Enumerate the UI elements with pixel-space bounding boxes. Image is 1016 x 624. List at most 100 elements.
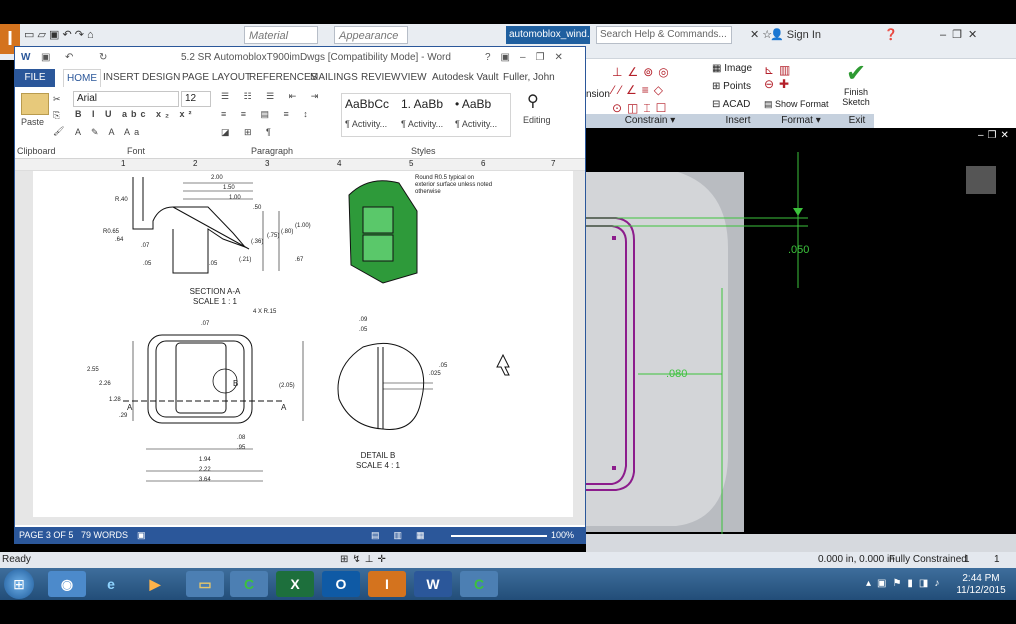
inventor-document-tab[interactable]: automoblox_wind... xyxy=(506,26,590,44)
editing-button[interactable]: Editing xyxy=(523,115,551,125)
panel-exit[interactable]: Exit xyxy=(840,114,874,128)
tab-references[interactable]: REFERENCES xyxy=(249,69,317,87)
insert-image-button[interactable]: ▦ Image xyxy=(712,63,752,74)
chrome-icon[interactable]: ◉ xyxy=(48,571,86,597)
tab-design[interactable]: DESIGN xyxy=(142,69,180,87)
status-tools[interactable]: ⊞↯⊥✛ xyxy=(340,552,390,568)
paragraph-shading-buttons[interactable]: ◪ ⊞ ¶ xyxy=(221,127,277,138)
tab-view[interactable]: VIEW xyxy=(401,69,427,87)
window-controls[interactable]: –❐✕ xyxy=(940,26,1012,44)
dimension-value[interactable]: .050 xyxy=(788,244,809,256)
save-icon[interactable]: ▣ xyxy=(49,29,59,41)
tab-file[interactable]: FILE xyxy=(15,69,55,87)
view-buttons[interactable]: ▤▥▦ xyxy=(371,527,439,544)
camtasia-icon[interactable]: C xyxy=(230,571,268,597)
finish-sketch-button[interactable]: ✔ Finish Sketch xyxy=(838,61,874,108)
isometric-part xyxy=(348,180,418,284)
appearance-combo[interactable]: Appearance xyxy=(334,26,408,44)
excel-icon[interactable]: X xyxy=(276,571,314,597)
home-icon[interactable]: ⌂ xyxy=(87,29,94,41)
points-label: Points xyxy=(723,81,751,92)
word-title: 5.2 SR AutomobloxT900imDwgs [Compatibili… xyxy=(181,52,451,63)
undo-icon[interactable]: ↶ xyxy=(62,29,71,41)
help-search-input[interactable]: Search Help & Commands... xyxy=(596,26,732,44)
insert-acad-button[interactable]: ⊟ ACAD xyxy=(712,99,750,110)
word-count[interactable]: 79 WORDS xyxy=(81,527,128,544)
zoom-level[interactable]: 100% xyxy=(551,527,574,544)
proofing-icon[interactable]: ▣ xyxy=(137,527,146,544)
panel-format[interactable]: Format ▾ xyxy=(762,114,840,128)
dimension-value[interactable]: .080 xyxy=(666,368,687,380)
paragraph-list-buttons[interactable]: ☰ ☷ ☰ ⇤ ⇥ xyxy=(221,91,324,102)
help-icon[interactable]: ❓ xyxy=(884,26,914,44)
tab-home[interactable]: HOME xyxy=(63,69,101,87)
mouse-cursor xyxy=(496,353,510,376)
paste-button[interactable]: Paste xyxy=(21,117,44,127)
tab-autodesk-vault[interactable]: Autodesk Vault xyxy=(432,69,499,87)
constrain-tools[interactable]: ⊥∠⊚◎ ⁄⁄∠≡◇ ⊙◫⌶☐ xyxy=(612,63,708,117)
panel-insert[interactable]: Insert xyxy=(714,114,762,128)
outlook-icon[interactable]: O xyxy=(322,571,360,597)
open-icon[interactable]: ▱ xyxy=(37,29,45,41)
file-explorer-icon[interactable]: ▭ xyxy=(186,571,224,597)
word-taskbar-icon[interactable]: W xyxy=(414,571,452,597)
word-window[interactable]: W ▣ ↶ ↻ 5.2 SR AutomobloxT900imDwgs [Com… xyxy=(14,46,586,544)
media-player-icon[interactable]: ▶ xyxy=(136,571,174,597)
inventor-graphics-window[interactable]: .050 .080 –❐✕ xyxy=(586,128,1016,534)
clock-date: 11/12/2015 xyxy=(956,585,1006,596)
sketch-view[interactable] xyxy=(586,128,1016,534)
document-area[interactable]: SECTION A-A SCALE 1 : 1 DETAIL B SCALE 4… xyxy=(15,171,585,525)
font-name-input[interactable]: Arial xyxy=(73,91,179,107)
clipboard-tools[interactable]: ✂ ⎘ 🖌 xyxy=(53,91,64,139)
insert-points-button[interactable]: ⊞ Points xyxy=(712,81,751,92)
style-sample[interactable]: • AaBb xyxy=(455,97,491,111)
format-tools[interactable]: ⊾▥ ⊖✚ xyxy=(764,63,795,91)
sketch-point[interactable] xyxy=(612,236,616,240)
word-logo-icon[interactable]: W xyxy=(21,47,30,69)
clock[interactable]: 2:44 PM 11/12/2015 xyxy=(956,573,1006,597)
tab-review[interactable]: REVIEW xyxy=(361,69,400,87)
word-window-controls[interactable]: ?▣–❐✕ xyxy=(485,47,573,69)
clipboard-icon xyxy=(21,93,49,115)
user-name[interactable]: Fuller, John xyxy=(503,69,555,87)
horizontal-ruler[interactable]: 1 2 3 4 5 6 7 xyxy=(15,159,585,171)
document-page[interactable]: SECTION A-A SCALE 1 : 1 DETAIL B SCALE 4… xyxy=(33,171,573,517)
sign-in-label: Sign In xyxy=(786,29,822,41)
page-count[interactable]: PAGE 3 OF 5 xyxy=(19,527,73,544)
font-color-buttons[interactable]: A ✎ A Aa xyxy=(75,127,143,138)
word-status-bar: PAGE 3 OF 5 79 WORDS ▣ ▤▥▦ 100% xyxy=(15,527,585,544)
word-undo-icon[interactable]: ↶ xyxy=(65,47,73,69)
zoom-slider[interactable] xyxy=(451,535,547,537)
style-sample[interactable]: AaBbCc xyxy=(345,97,389,111)
show-format-button[interactable]: ▤ Show Format xyxy=(764,99,829,110)
style-sample[interactable]: 1. AaBb xyxy=(401,97,443,111)
canvas-window-controls[interactable]: –❐✕ xyxy=(978,130,1013,141)
bottom-black-strip xyxy=(0,600,1016,624)
camtasia-recorder-icon[interactable]: C xyxy=(460,571,498,597)
font-size-input[interactable]: 12 xyxy=(181,91,211,107)
quick-access-toolbar: ▭ ▱ ▣ ↶ ↷ ⌂ xyxy=(24,26,134,44)
tab-mailings[interactable]: MAILINGS xyxy=(310,69,358,87)
word-save-icon[interactable]: ▣ xyxy=(41,47,50,69)
word-redo-icon[interactable]: ↻ xyxy=(99,47,107,69)
internet-explorer-icon[interactable]: e xyxy=(92,571,130,597)
tab-page-layout[interactable]: PAGE LAYOUT xyxy=(182,69,251,87)
plan-pocket xyxy=(175,342,227,414)
font-format-buttons[interactable]: B I U abc x₂ x² xyxy=(75,109,196,119)
material-combo[interactable]: Material xyxy=(244,26,318,44)
paragraph-align-buttons[interactable]: ≡ ≡ ▤ ≡ ↕ xyxy=(221,109,314,120)
view-cube[interactable] xyxy=(966,166,996,194)
acad-label: ACAD xyxy=(722,99,751,110)
tab-insert[interactable]: INSERT xyxy=(103,69,140,87)
start-button[interactable]: ⊞ xyxy=(4,569,34,599)
new-icon[interactable]: ▭ xyxy=(24,29,34,41)
redo-icon[interactable]: ↷ xyxy=(75,29,84,41)
tray-icons[interactable]: ▴▣⚑▮◨♪ xyxy=(866,578,945,589)
inventor-taskbar-icon[interactable]: I xyxy=(368,571,406,597)
sketch-point[interactable] xyxy=(612,466,616,470)
binoculars-icon[interactable]: ⚲ xyxy=(527,91,539,111)
sign-in-button[interactable]: 👤 Sign In xyxy=(770,26,840,44)
panel-constrain[interactable]: Constrain ▾ xyxy=(586,114,714,128)
plan-inner xyxy=(155,340,245,418)
ruler-number: 4 xyxy=(337,159,342,168)
